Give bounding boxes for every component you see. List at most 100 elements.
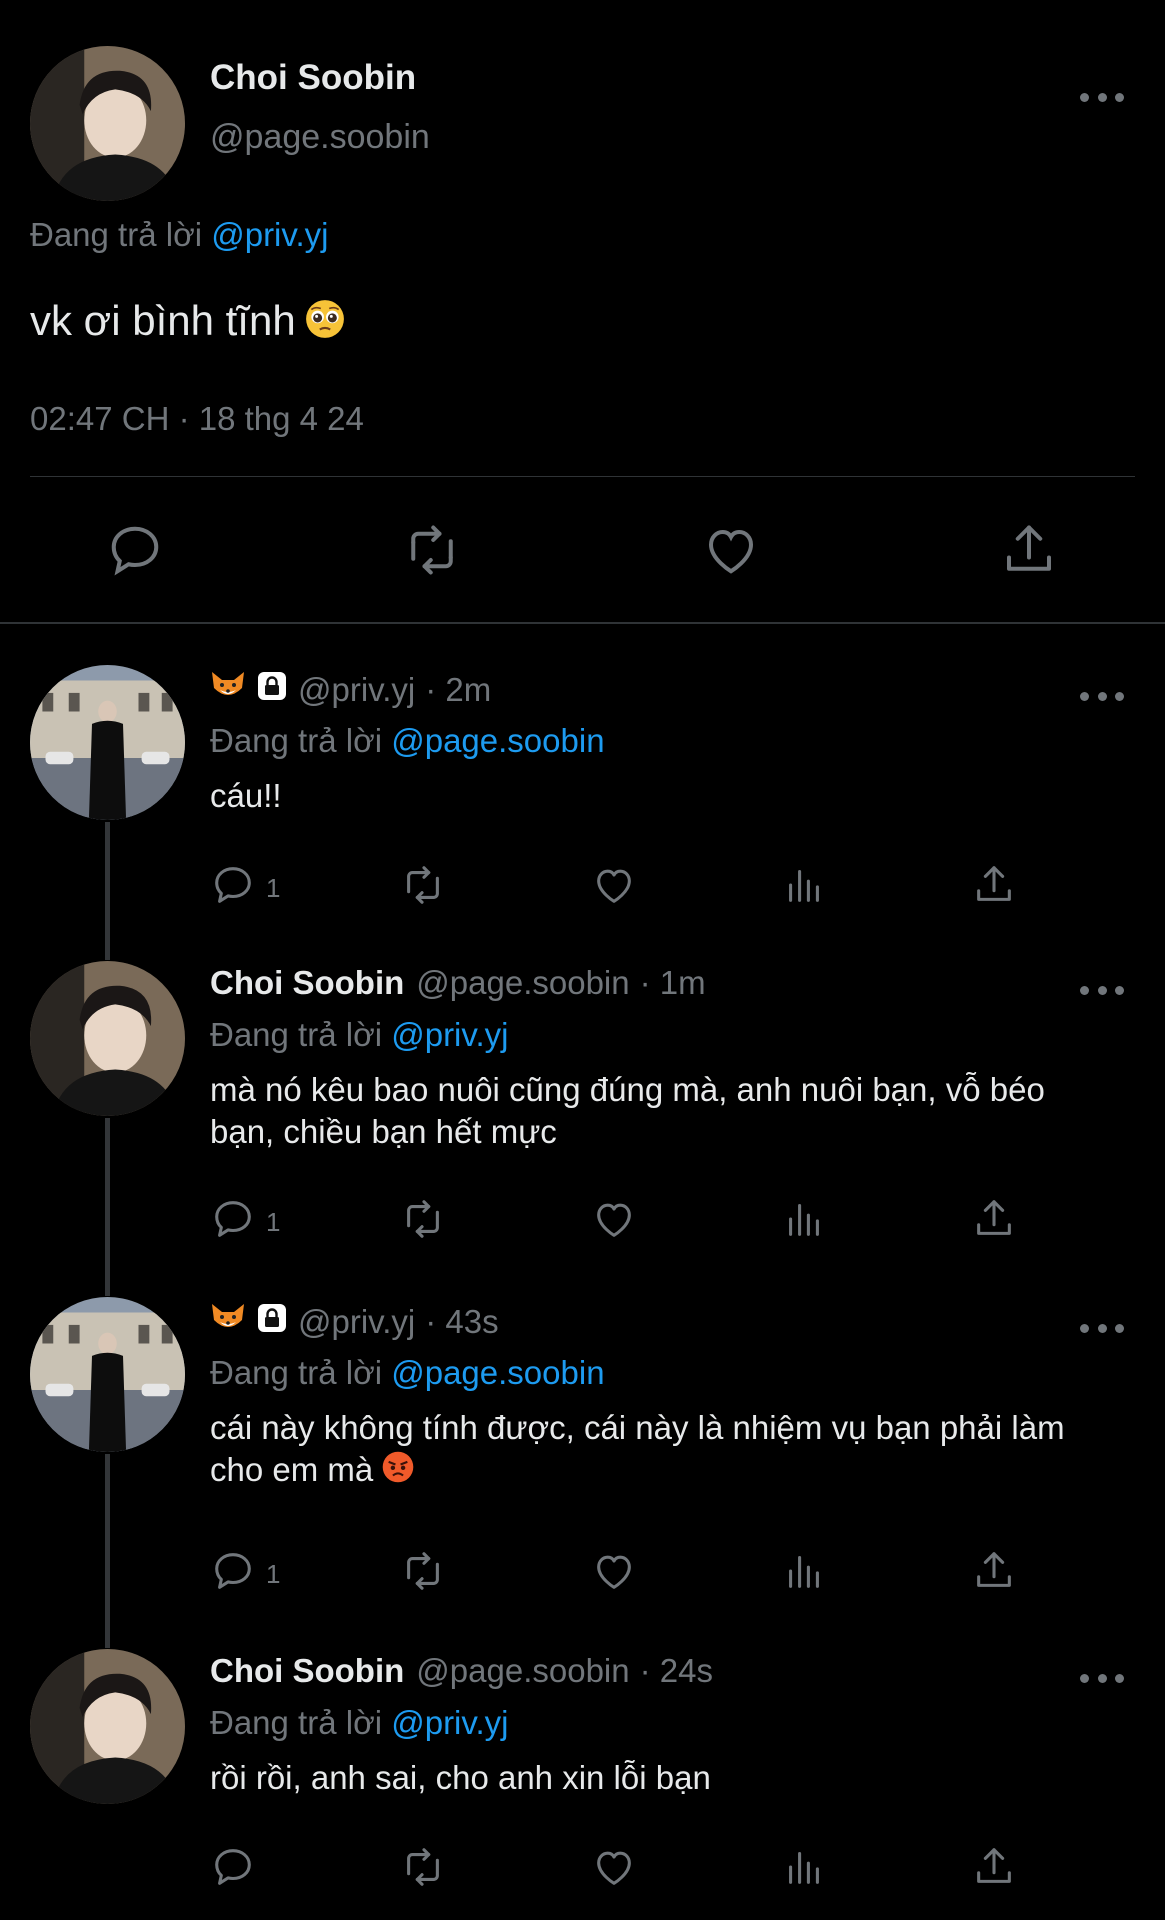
reply-text: rồi rồi, anh sai, cho anh xin lỗi bạn <box>210 1757 1090 1799</box>
like-button[interactable] <box>591 1196 637 1249</box>
reply-time[interactable]: · 24s <box>640 1652 713 1690</box>
views-icon <box>781 862 827 915</box>
author-name[interactable]: Choi Soobin <box>210 964 404 1002</box>
reply-button[interactable]: 1 <box>210 1548 280 1601</box>
fox-icon <box>210 1302 246 1342</box>
share-button[interactable] <box>971 1548 1017 1601</box>
like-button[interactable] <box>591 1548 637 1601</box>
reply-text-content: mà nó kêu bao nuôi cũng đúng mà, anh nuô… <box>210 1071 1045 1150</box>
avatar[interactable] <box>30 1297 185 1452</box>
more-options-icon[interactable] <box>1080 980 1124 1000</box>
replying-label: Đang trả lời <box>210 1016 383 1053</box>
section-divider <box>0 622 1165 624</box>
views-icon <box>781 1196 827 1249</box>
reply-time[interactable]: · 2m <box>425 671 491 709</box>
share-icon <box>971 862 1017 915</box>
share-icon[interactable] <box>999 520 1059 580</box>
avatar[interactable] <box>30 46 185 201</box>
share-button[interactable] <box>971 1196 1017 1249</box>
replying-to-line: Đang trả lời @page.soobin <box>210 722 605 760</box>
reply-button[interactable]: 1 <box>210 1196 280 1249</box>
retweet-icon <box>400 1844 446 1897</box>
reply-text-content: cáu!! <box>210 777 282 814</box>
replying-to-handle[interactable]: @page.soobin <box>391 1354 604 1391</box>
reply-count: 1 <box>266 873 281 903</box>
share-button[interactable] <box>971 862 1017 915</box>
retweet-button[interactable] <box>400 862 446 915</box>
views-button[interactable] <box>781 1196 827 1249</box>
more-options-icon[interactable] <box>1080 686 1124 706</box>
reply-text: mà nó kêu bao nuôi cũng đúng mà, anh nuô… <box>210 1069 1090 1153</box>
share-icon <box>971 1844 1017 1897</box>
replying-to-handle[interactable]: @priv.yj <box>211 216 328 253</box>
reply-actions: 1 <box>210 862 1030 912</box>
reply-text: cáu!! <box>210 775 1090 817</box>
avatar-photo <box>30 961 185 1116</box>
like-icon <box>591 1196 637 1249</box>
reply-header: @priv.yj · 2m <box>210 670 491 710</box>
replying-to-line: Đang trả lời @priv.yj <box>30 216 328 254</box>
more-options-icon[interactable] <box>1080 1668 1124 1688</box>
author-handle[interactable]: @priv.yj <box>298 1303 415 1341</box>
reply-time[interactable]: · 1m <box>640 964 706 1002</box>
avatar-photo <box>30 1649 185 1804</box>
thread-line <box>105 1454 110 1648</box>
replying-to-handle[interactable]: @priv.yj <box>391 1016 508 1053</box>
reply-actions: 1 <box>210 1548 1030 1598</box>
replying-label: Đang trả lời <box>210 1704 383 1741</box>
divider <box>30 476 1135 477</box>
replying-to-handle[interactable]: @page.soobin <box>391 722 604 759</box>
author-handle[interactable]: @priv.yj <box>298 671 415 709</box>
share-button[interactable] <box>971 1844 1017 1897</box>
retweet-icon[interactable] <box>402 520 462 580</box>
reply-button[interactable]: 1 <box>210 862 280 915</box>
views-icon <box>781 1548 827 1601</box>
author-name[interactable]: Choi Soobin <box>210 58 416 98</box>
retweet-button[interactable] <box>400 1844 446 1897</box>
author-handle[interactable]: @page.soobin <box>210 118 430 157</box>
more-options-icon[interactable] <box>1080 87 1124 107</box>
retweet-button[interactable] <box>400 1548 446 1601</box>
avatar[interactable] <box>30 1649 185 1804</box>
like-button[interactable] <box>591 862 637 915</box>
replying-to-handle[interactable]: @priv.yj <box>391 1704 508 1741</box>
avatar-photo <box>30 46 185 201</box>
lock-icon <box>256 670 288 710</box>
replying-to-line: Đang trả lời @priv.yj <box>210 1016 508 1054</box>
views-button[interactable] <box>781 1548 827 1601</box>
reply-count: 1 <box>266 1559 281 1589</box>
lock-icon <box>256 1302 288 1342</box>
replying-to-line: Đang trả lời @priv.yj <box>210 1704 508 1742</box>
reply-text: cái này không tính được, cái này là nhiệ… <box>210 1407 1090 1494</box>
like-button[interactable] <box>591 1844 637 1897</box>
views-button[interactable] <box>781 1844 827 1897</box>
avatar[interactable] <box>30 665 185 820</box>
author-handle[interactable]: @page.soobin <box>416 964 629 1002</box>
replying-to-line: Đang trả lời @page.soobin <box>210 1354 605 1392</box>
thread-line <box>105 822 110 960</box>
share-icon <box>971 1196 1017 1249</box>
reply-time[interactable]: · 43s <box>425 1303 498 1341</box>
views-button[interactable] <box>781 862 827 915</box>
author-handle[interactable]: @page.soobin <box>416 1652 629 1690</box>
tweet-text: vk ơi bình tĩnh <box>30 297 346 350</box>
reply-icon <box>210 1548 256 1601</box>
reply-button[interactable] <box>210 1844 266 1897</box>
like-icon[interactable] <box>701 520 761 580</box>
retweet-icon <box>400 1196 446 1249</box>
avatar[interactable] <box>30 961 185 1116</box>
reply-actions <box>210 1844 1030 1894</box>
like-icon <box>591 1844 637 1897</box>
share-icon <box>971 1548 1017 1601</box>
retweet-button[interactable] <box>400 1196 446 1249</box>
more-options-icon[interactable] <box>1080 1318 1124 1338</box>
fox-icon <box>210 670 246 710</box>
author-name[interactable]: Choi Soobin <box>210 1652 404 1690</box>
reply-header: Choi Soobin @page.soobin · 24s <box>210 1652 713 1690</box>
reply-header: @priv.yj · 43s <box>210 1302 499 1342</box>
avatar-photo <box>30 665 185 820</box>
retweet-icon <box>400 862 446 915</box>
tweet-timestamp[interactable]: 02:47 CH · 18 thg 4 24 <box>30 400 364 438</box>
reply-icon[interactable] <box>105 520 165 580</box>
avatar-photo <box>30 1297 185 1452</box>
